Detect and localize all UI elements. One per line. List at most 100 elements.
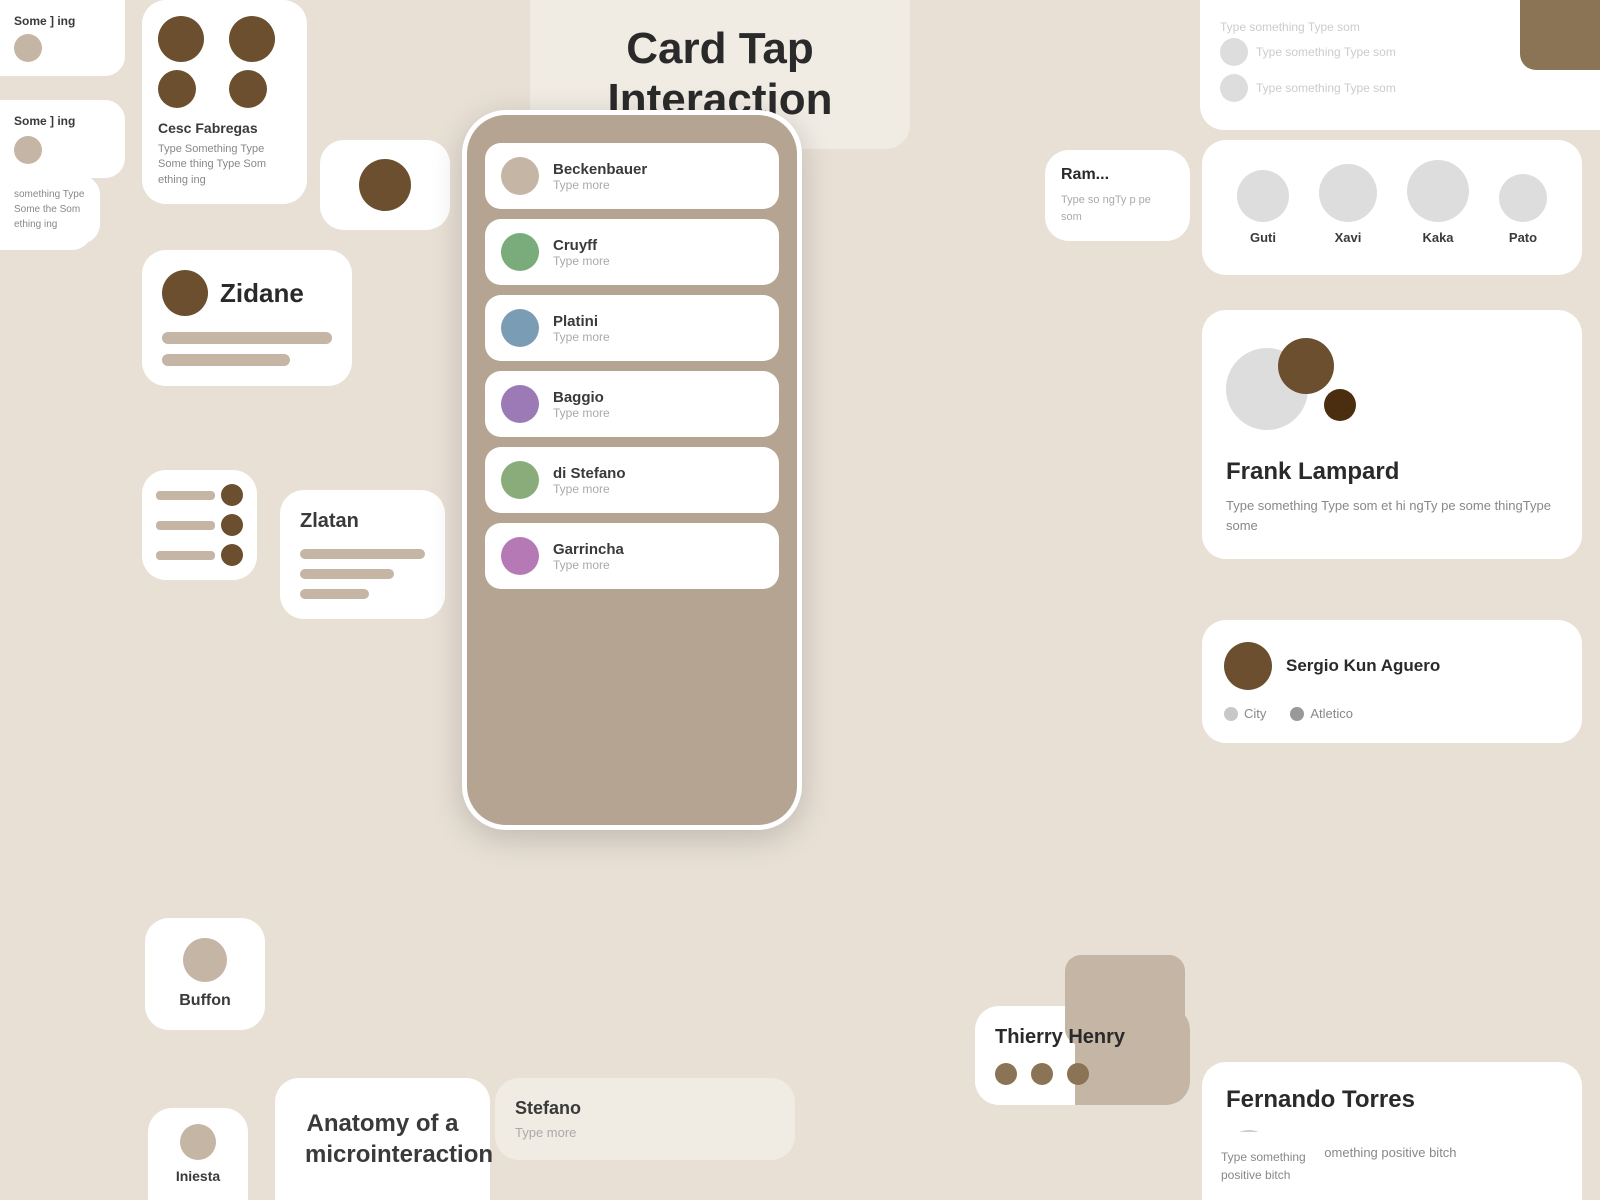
buffon-avatar xyxy=(183,938,227,982)
phone-avatar-5 xyxy=(501,537,539,575)
phone-item-4[interactable]: di Stefano Type more xyxy=(485,447,779,513)
positive-bitch-card: Type something positive bitch xyxy=(1205,1132,1325,1200)
phone-avatar-3 xyxy=(501,385,539,423)
zidane-avatar xyxy=(162,270,208,316)
phone-name-2: Platini xyxy=(553,313,610,330)
phone-item-3[interactable]: Baggio Type more xyxy=(485,371,779,437)
tr-circle-2 xyxy=(1220,74,1248,102)
lampard-name: Frank Lampard xyxy=(1226,458,1558,486)
avatar-circle-2 xyxy=(14,136,42,164)
pato-circle xyxy=(1499,174,1547,222)
lampard-circle-dark2 xyxy=(1324,389,1356,421)
list-dot-3 xyxy=(221,544,243,566)
torres-name: Fernando Torres xyxy=(1226,1086,1558,1114)
phone-mockup: Beckenbauer Type more Cruyff Type more P… xyxy=(462,110,802,830)
avatar-circle-1 xyxy=(14,34,42,62)
kaka-circle xyxy=(1407,160,1469,222)
henry-dot-2 xyxy=(1031,1063,1053,1085)
atletico-dot xyxy=(1290,707,1304,721)
anatomy-title: Anatomy of a microinteraction xyxy=(305,1108,460,1170)
cesc-dot-br xyxy=(229,70,267,108)
phone-item-1[interactable]: Cruyff Type more xyxy=(485,219,779,285)
iniesta-avatar xyxy=(180,1124,216,1160)
zidane-name: Zidane xyxy=(220,278,304,309)
henry-name: Thierry Henry xyxy=(995,1026,1170,1049)
phone-item-0[interactable]: Beckenbauer Type more xyxy=(485,143,779,209)
lampard-text: Type something Type som et hi ngTy pe so… xyxy=(1226,496,1558,535)
guti-name: Guti xyxy=(1237,230,1289,245)
brown-corner-block xyxy=(1520,0,1600,70)
cesc-dot-bl xyxy=(158,70,196,108)
buffon-name: Buffon xyxy=(165,992,245,1010)
pato-name: Pato xyxy=(1499,230,1547,245)
phone-name-1: Cruyff xyxy=(553,237,610,254)
phone-item-5[interactable]: Garrincha Type more xyxy=(485,523,779,589)
phone-sub-2: Type more xyxy=(553,330,610,344)
phone-avatar-0 xyxy=(501,157,539,195)
phone-sub-1: Type more xyxy=(553,254,610,268)
stefano-card: Stefano Type more xyxy=(495,1078,795,1160)
positive-bitch-text: Type something positive bitch xyxy=(1221,1148,1309,1184)
buffon-card: Buffon xyxy=(145,918,265,1030)
big-circle xyxy=(359,159,411,211)
xavi-circle xyxy=(1319,164,1377,222)
henry-dot-3 xyxy=(1067,1063,1089,1085)
cesc-fabregas-card: Cesc Fabregas Type Something Type Some t… xyxy=(142,0,307,204)
player-xavi: Xavi xyxy=(1319,164,1377,245)
stefano-name: Stefano xyxy=(515,1098,775,1119)
lampard-circle-dark1 xyxy=(1278,338,1334,394)
list-dot-2 xyxy=(221,514,243,536)
list-dot-1 xyxy=(221,484,243,506)
ramos-text: Type so ngTy p pe som xyxy=(1061,192,1174,225)
phone-name-4: di Stefano xyxy=(553,465,626,482)
aguero-avatar xyxy=(1224,642,1272,690)
phone-avatar-2 xyxy=(501,309,539,347)
aguero-tag1: City xyxy=(1244,706,1266,721)
zidane-card: Zidane xyxy=(142,250,352,386)
player-pato: Pato xyxy=(1499,174,1547,245)
zlatan-bar-2 xyxy=(300,569,394,579)
list-bar-1 xyxy=(156,491,215,500)
top-right-card: Type something Type som Type something T… xyxy=(1200,0,1600,130)
phone-avatar-4 xyxy=(501,461,539,499)
kaka-name: Kaka xyxy=(1407,230,1469,245)
iniesta-name: Iniesta xyxy=(164,1168,232,1184)
lampard-card: Frank Lampard Type something Type som et… xyxy=(1202,310,1582,559)
xavi-name: Xavi xyxy=(1319,230,1377,245)
tr-circle-1 xyxy=(1220,38,1248,66)
cesc-text: Type Something Type Some thing Type Som … xyxy=(158,142,291,188)
zlatan-bar-1 xyxy=(300,549,425,559)
aguero-tag2: Atletico xyxy=(1310,706,1353,721)
left-text: something Type Some the Som ething ing xyxy=(14,187,86,232)
zidane-bar-2 xyxy=(162,354,290,366)
left-list-card xyxy=(142,470,257,580)
phone-sub-3: Type more xyxy=(553,406,610,420)
player-kaka: Kaka xyxy=(1407,160,1469,245)
phone-item-2[interactable]: Platini Type more xyxy=(485,295,779,361)
guti-circle xyxy=(1237,170,1289,222)
ramos-name: Ram... xyxy=(1061,166,1174,184)
phone-sub-5: Type more xyxy=(553,558,624,572)
stefano-sub: Type more xyxy=(515,1125,775,1140)
player-guti: Guti xyxy=(1237,170,1289,245)
some-thing-label-1: Some ] ing xyxy=(14,14,111,28)
phone-name-0: Beckenbauer xyxy=(553,161,647,178)
tr-text-3: Type something Type som xyxy=(1256,81,1396,95)
zidane-bar-1 xyxy=(162,332,332,344)
top-left-card-1: Some ] ing xyxy=(0,0,125,76)
phone-name-3: Baggio xyxy=(553,389,610,406)
tr-text-2: Type something Type som xyxy=(1256,45,1396,59)
phone-avatar-1 xyxy=(501,233,539,271)
cesc-dot-tr xyxy=(229,16,275,62)
top-left-card-2: Some ] ing xyxy=(0,100,125,178)
list-bar-2 xyxy=(156,521,215,530)
round-circle-card xyxy=(320,140,450,230)
cesc-dot-tl xyxy=(158,16,204,62)
henry-dot-1 xyxy=(995,1063,1017,1085)
zlatan-card: Zlatan xyxy=(280,490,445,619)
zlatan-name: Zlatan xyxy=(300,510,425,533)
ramos-card: Ram... Type so ngTy p pe som xyxy=(1045,150,1190,241)
aguero-card: Sergio Kun Aguero City Atletico xyxy=(1202,620,1582,743)
list-bar-3 xyxy=(156,551,215,560)
iniesta-card: Iniesta xyxy=(148,1108,248,1200)
